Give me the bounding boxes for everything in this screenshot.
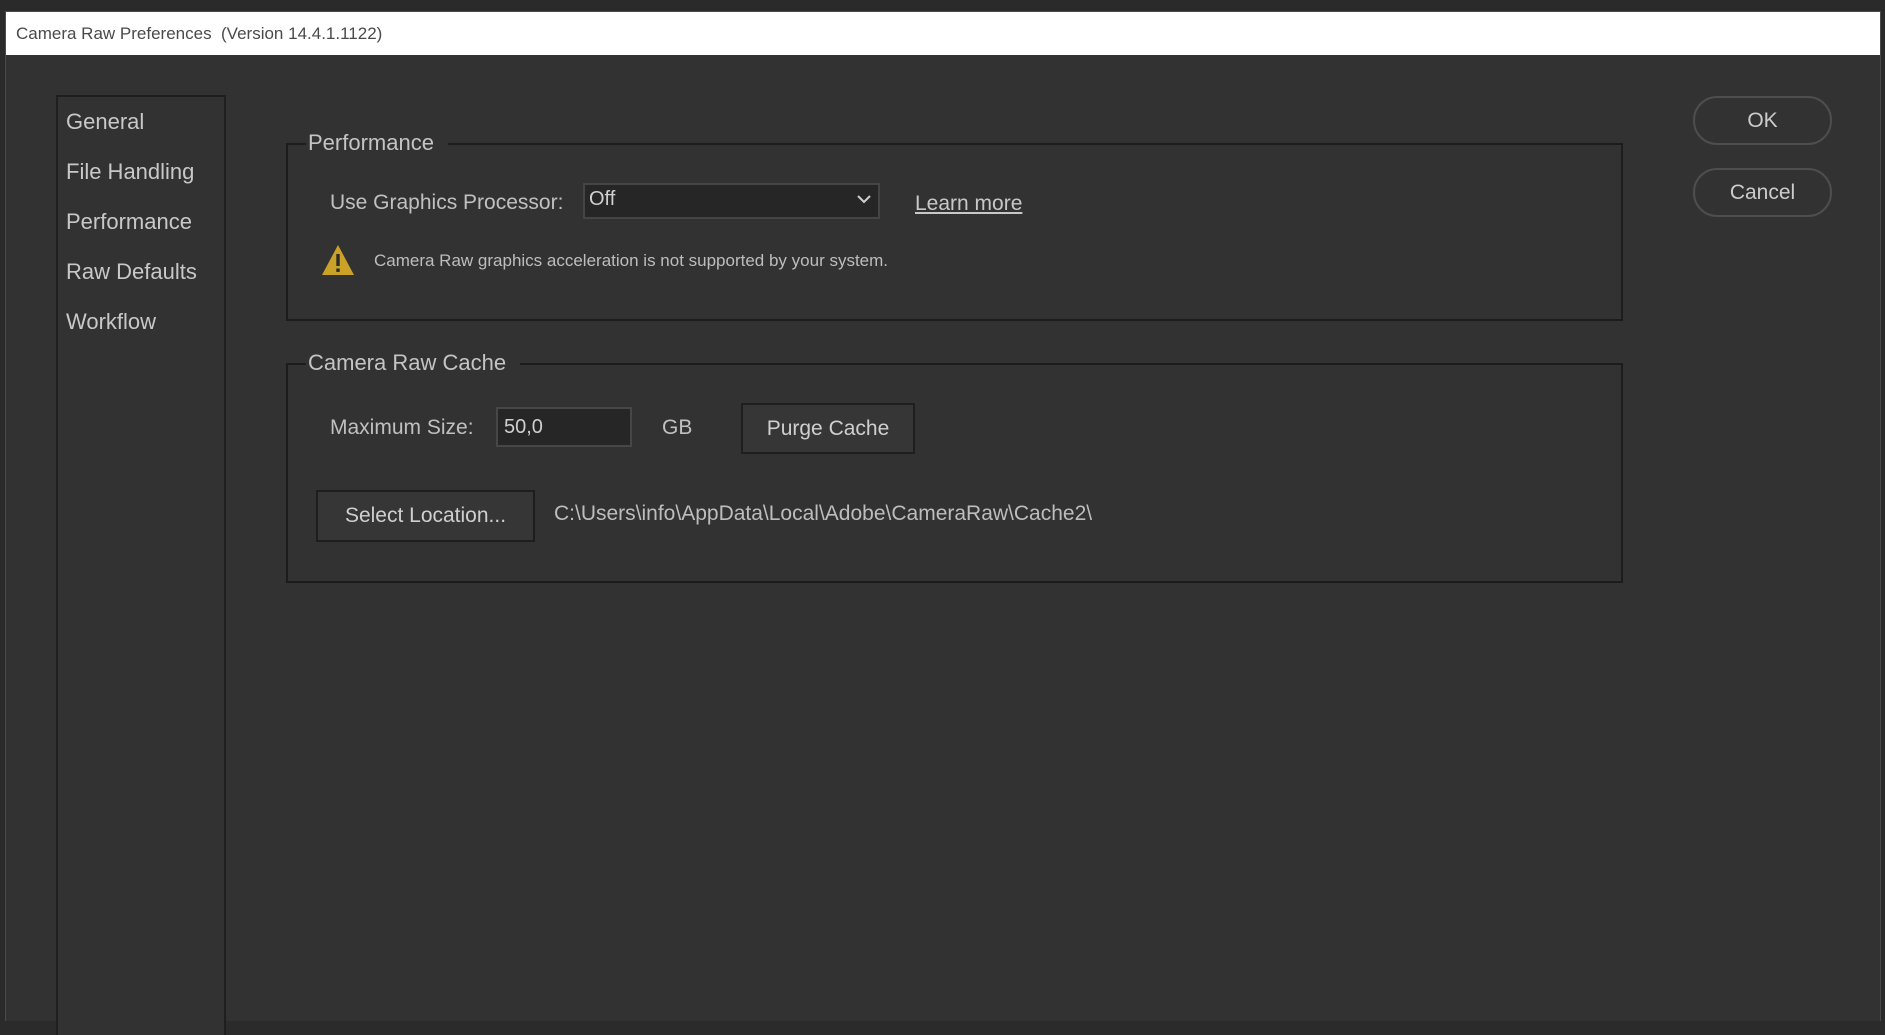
gpu-select[interactable]: Off — [583, 183, 880, 219]
sidebar-item-workflow[interactable]: Workflow — [66, 309, 156, 335]
max-size-input[interactable] — [496, 407, 632, 447]
max-size-label: Maximum Size: — [330, 416, 474, 439]
gpu-warning-text: Camera Raw graphics acceleration is not … — [374, 251, 889, 270]
gpu-select-value: Off — [589, 188, 616, 210]
purge-cache-button[interactable]: Purge Cache — [741, 403, 915, 454]
chevron-down-icon — [857, 195, 871, 204]
ok-button[interactable]: OK — [1693, 96, 1832, 145]
sidebar-item-performance[interactable]: Performance — [66, 209, 192, 235]
performance-group: Performance Use Graphics Processor: Off … — [286, 128, 1623, 321]
sidebar: General File Handling Performance Raw De… — [56, 95, 226, 1035]
warning-icon — [322, 245, 354, 275]
screen: Camera Raw Preferences (Version 14.4.1.1… — [0, 0, 1885, 1035]
window-title: Camera Raw Preferences (Version 14.4.1.1… — [6, 12, 1880, 55]
preferences-dialog: Camera Raw Preferences (Version 14.4.1.1… — [5, 11, 1881, 1035]
size-unit-label: GB — [662, 416, 693, 439]
learn-more-link[interactable]: Learn more — [915, 192, 1022, 216]
cancel-button[interactable]: Cancel — [1693, 168, 1832, 217]
sidebar-item-general[interactable]: General — [66, 109, 144, 135]
cache-location-path: C:\Users\info\AppData\Local\Adobe\Camera… — [554, 502, 1093, 525]
sidebar-item-file-handling[interactable]: File Handling — [66, 159, 194, 185]
cache-group-title: Camera Raw Cache — [306, 348, 521, 378]
select-location-button[interactable]: Select Location... — [316, 490, 535, 542]
gpu-label: Use Graphics Processor: — [330, 191, 564, 214]
sidebar-item-raw-defaults[interactable]: Raw Defaults — [66, 259, 197, 285]
camera-raw-cache-group: Camera Raw Cache Maximum Size: GB Purge … — [286, 348, 1623, 583]
performance-group-title: Performance — [306, 128, 448, 158]
